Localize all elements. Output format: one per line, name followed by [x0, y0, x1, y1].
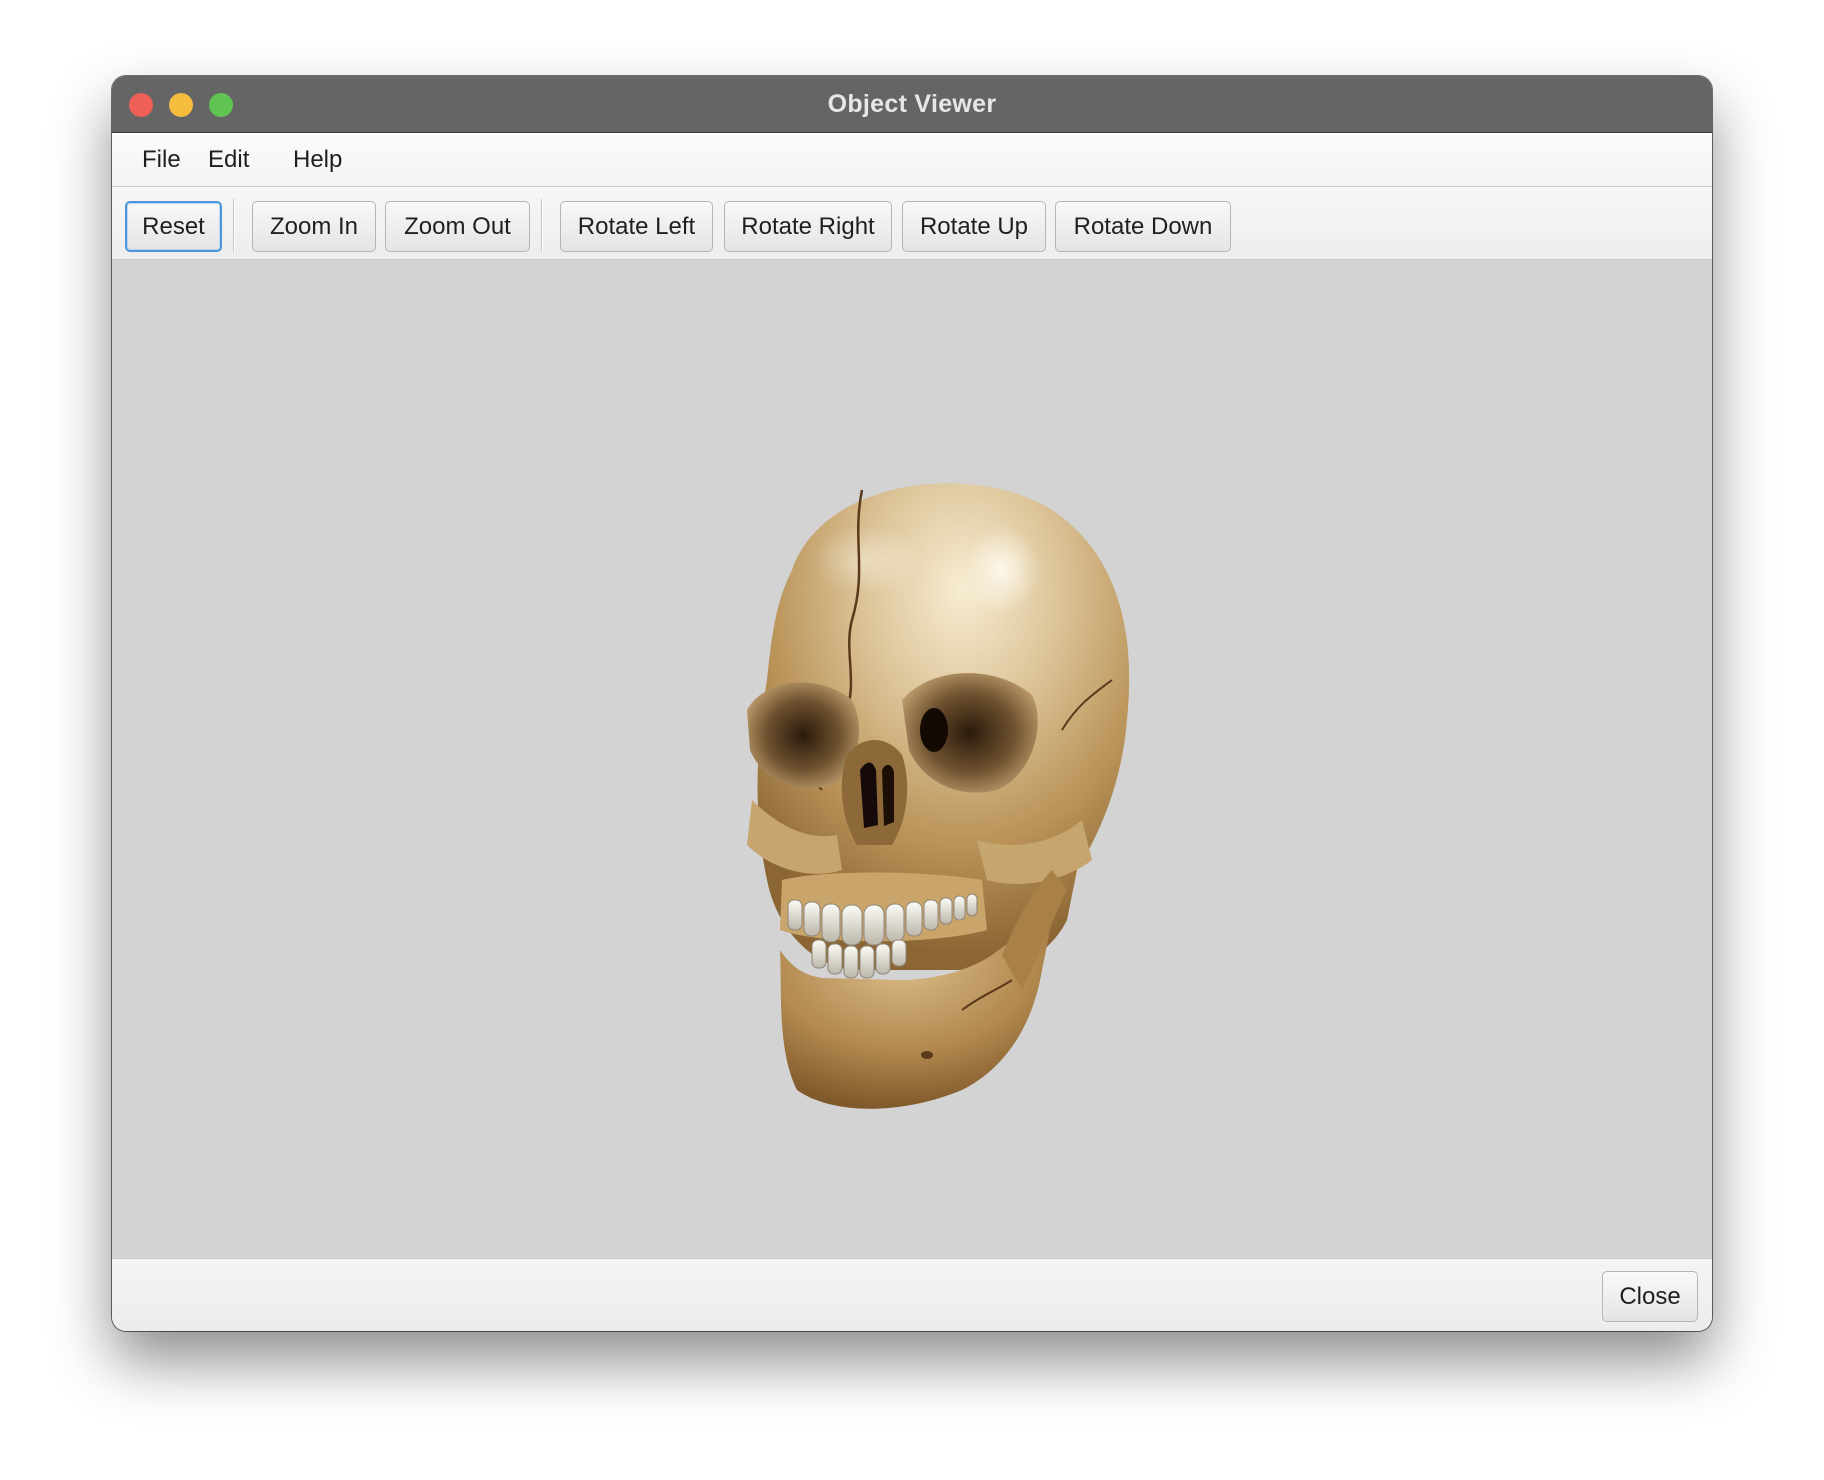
zoom-in-button[interactable]: Zoom In: [252, 201, 376, 252]
rotate-left-button[interactable]: Rotate Left: [560, 201, 713, 252]
rotate-down-button[interactable]: Rotate Down: [1055, 201, 1231, 252]
menu-edit[interactable]: Edit: [208, 133, 249, 186]
app-window: Object Viewer File Edit Help Reset Zoom …: [112, 76, 1712, 1331]
rotate-right-button[interactable]: Rotate Right: [724, 201, 892, 252]
skull-model-icon[interactable]: [672, 450, 1172, 1130]
reset-button[interactable]: Reset: [125, 201, 222, 252]
title-bar[interactable]: Object Viewer: [112, 76, 1712, 133]
close-button[interactable]: Close: [1602, 1271, 1698, 1322]
toolbar-separator: [541, 199, 543, 251]
menu-file[interactable]: File: [142, 133, 181, 186]
3d-viewport[interactable]: [112, 260, 1712, 1258]
menu-help[interactable]: Help: [293, 133, 342, 186]
window-title: Object Viewer: [827, 90, 997, 118]
toolbar: Reset Zoom In Zoom Out Rotate Left Rotat…: [112, 187, 1712, 260]
dialog-footer: Close: [112, 1258, 1712, 1331]
zoom-out-button[interactable]: Zoom Out: [385, 201, 530, 252]
menu-bar: File Edit Help: [112, 133, 1712, 187]
rotate-up-button[interactable]: Rotate Up: [902, 201, 1046, 252]
toolbar-separator: [233, 199, 235, 251]
